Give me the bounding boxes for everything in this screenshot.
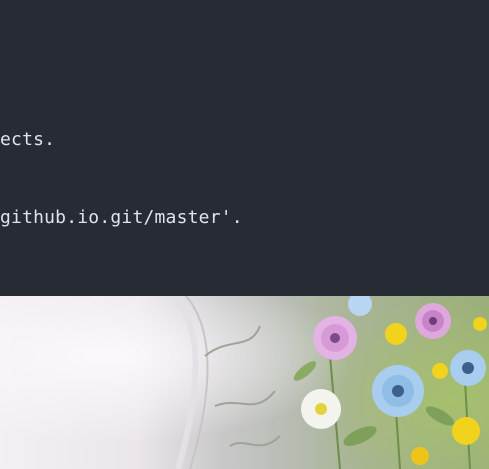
terminal-window[interactable]: ects. github.io.git/master'. — [0, 0, 489, 296]
terminal-output-line: ects. — [0, 129, 56, 150]
pink-flower — [415, 303, 451, 339]
blue-flower — [450, 350, 486, 386]
desktop-wallpaper — [0, 296, 489, 469]
floral-painting — [0, 296, 489, 469]
daisy-flower — [301, 389, 341, 429]
pink-flower — [313, 316, 357, 360]
terminal-output-line: github.io.git/master'. — [0, 207, 243, 228]
blue-flower — [372, 365, 424, 417]
